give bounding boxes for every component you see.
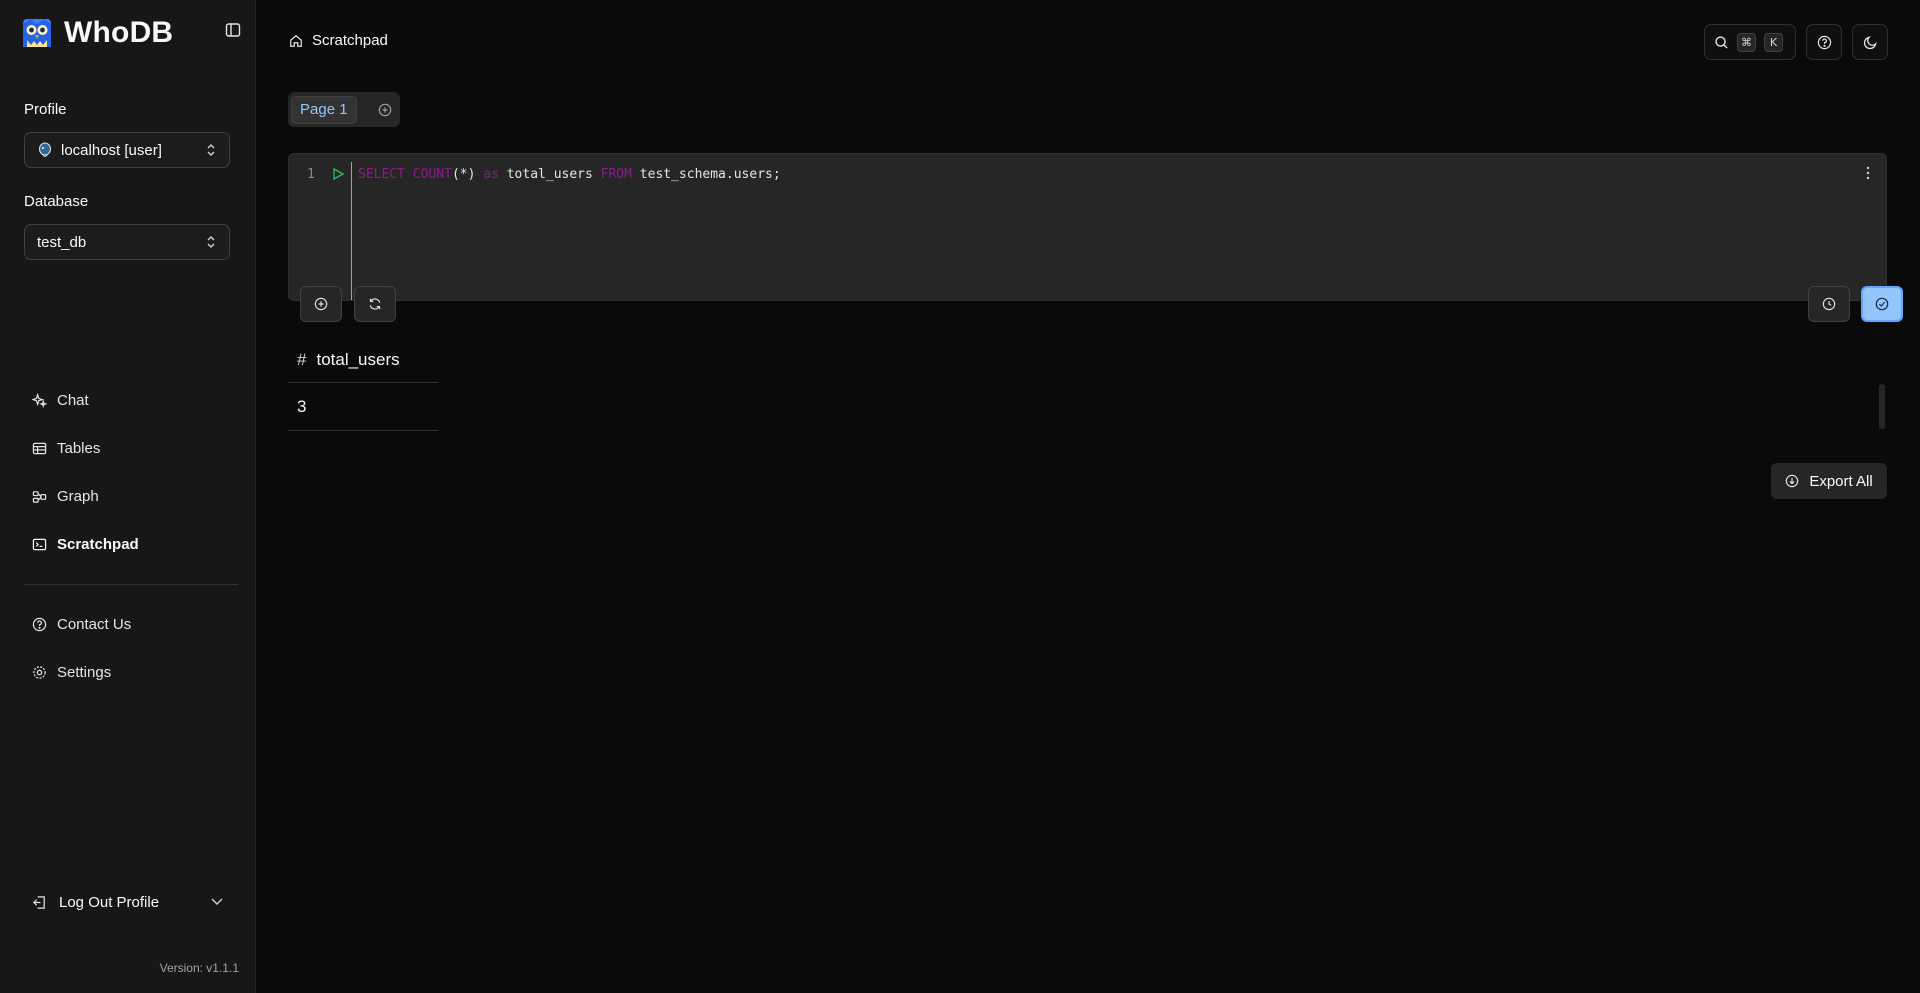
profile-label: Profile xyxy=(24,101,67,118)
column-type-marker: # xyxy=(297,350,307,369)
clock-icon xyxy=(1822,297,1836,311)
nav-item-contact-us[interactable]: Contact Us xyxy=(24,600,238,648)
editor-cursor xyxy=(351,162,352,300)
nav-item-chat[interactable]: Chat xyxy=(24,376,238,424)
table-icon xyxy=(32,442,47,454)
search-button[interactable]: ⌘ K xyxy=(1704,24,1796,60)
sql-code-line[interactable]: SELECT COUNT(*) as total_users FROM test… xyxy=(358,167,781,182)
profile-select-value: localhost [user] xyxy=(61,141,162,159)
logout-button[interactable]: Log Out Profile xyxy=(24,888,224,916)
run-line-icon[interactable] xyxy=(332,168,344,180)
header-actions: ⌘ K xyxy=(1704,24,1888,60)
moon-icon xyxy=(1863,35,1877,49)
nav-item-label: Scratchpad xyxy=(57,535,139,553)
breadcrumb-current[interactable]: Scratchpad xyxy=(312,32,388,49)
refresh-icon xyxy=(369,298,381,310)
nav-item-label: Tables xyxy=(57,439,101,457)
table-cell[interactable]: 3 xyxy=(288,384,438,431)
app-title: WhoDB xyxy=(64,16,174,49)
shortcut-key-k: K xyxy=(1764,32,1783,52)
code-token: FROM xyxy=(600,167,632,182)
owl-logo-icon xyxy=(23,19,51,47)
secondary-nav: Contact Us Settings xyxy=(24,600,238,696)
help-button[interactable] xyxy=(1806,24,1842,60)
history-button[interactable] xyxy=(1808,286,1850,322)
database-label: Database xyxy=(24,193,89,210)
download-circle-icon xyxy=(1786,474,1799,488)
help-circle-icon xyxy=(1817,35,1831,49)
code-token: total_users xyxy=(498,167,601,182)
sidebar: WhoDB Profile localhost [user] Database … xyxy=(0,0,256,993)
nav-item-tables[interactable]: Tables xyxy=(24,424,238,472)
theme-toggle-button[interactable] xyxy=(1852,24,1888,60)
postgres-icon xyxy=(39,142,51,157)
line-number: 1 xyxy=(307,167,315,182)
check-circle-icon xyxy=(1875,297,1889,311)
scratchpad-tabs: Page 1 xyxy=(288,92,400,127)
code-token: SELECT xyxy=(358,167,405,182)
help-circle-icon xyxy=(32,617,47,631)
nav-item-settings[interactable]: Settings xyxy=(24,648,238,696)
terminal-icon xyxy=(32,538,47,550)
chevron-up-down-icon xyxy=(207,144,215,156)
graph-icon xyxy=(32,490,47,503)
export-all-button[interactable]: Export All xyxy=(1771,463,1887,499)
log-out-icon xyxy=(33,895,45,909)
main-content: Scratchpad ⌘ K Page 1 1 SELECT COUNT(*) … xyxy=(256,0,1920,993)
more-vertical-icon[interactable] xyxy=(1866,166,1870,180)
tab-page-1[interactable]: Page 1 xyxy=(291,95,357,124)
nav-item-label: Settings xyxy=(57,663,112,681)
home-icon[interactable] xyxy=(289,34,303,48)
plus-circle-icon xyxy=(378,103,391,116)
code-token: test_schema.users; xyxy=(631,167,781,182)
database-select-value: test_db xyxy=(37,233,87,251)
run-query-button[interactable] xyxy=(1861,286,1903,322)
sidebar-divider xyxy=(24,584,238,585)
code-token: as xyxy=(483,167,499,182)
results-scrollbar[interactable] xyxy=(1879,384,1885,429)
chevron-down-icon xyxy=(211,898,223,905)
column-name: total_users xyxy=(316,350,400,369)
panel-left-icon xyxy=(225,23,241,37)
code-token: COUNT xyxy=(412,167,452,182)
export-all-label: Export All xyxy=(1809,472,1873,490)
nav-item-label: Graph xyxy=(57,487,99,505)
code-token: (*) xyxy=(451,167,484,182)
sql-editor[interactable]: 1 SELECT COUNT(*) as total_users FROM te… xyxy=(288,153,1887,301)
database-select[interactable]: test_db xyxy=(24,224,230,260)
chevron-up-down-icon xyxy=(207,236,215,248)
nav-item-label: Chat xyxy=(57,391,89,409)
nav-item-label: Contact Us xyxy=(57,615,132,633)
logout-label: Log Out Profile xyxy=(59,893,160,911)
plus-circle-icon xyxy=(314,297,328,311)
sidebar-toggle-button[interactable] xyxy=(223,20,243,40)
gear-icon xyxy=(33,665,46,679)
main-nav: Chat Tables Graph Scratchpad xyxy=(24,376,238,568)
brand: WhoDB xyxy=(22,16,173,50)
breadcrumb: Scratchpad xyxy=(289,32,388,49)
nav-item-scratchpad[interactable]: Scratchpad xyxy=(24,520,238,568)
result-column-header[interactable]: # total_users xyxy=(288,338,438,383)
app-root: WhoDB Profile localhost [user] Database … xyxy=(0,0,1920,993)
add-cell-button[interactable] xyxy=(300,286,342,322)
add-page-button[interactable] xyxy=(375,100,395,120)
profile-select[interactable]: localhost [user] xyxy=(24,132,230,168)
version-text: Version: v1.1.1 xyxy=(159,961,239,975)
shortcut-key-cmd: ⌘ xyxy=(1737,32,1756,52)
sparkles-icon xyxy=(32,392,47,408)
search-icon xyxy=(1715,35,1728,49)
refresh-button[interactable] xyxy=(354,286,396,322)
nav-item-graph[interactable]: Graph xyxy=(24,472,238,520)
